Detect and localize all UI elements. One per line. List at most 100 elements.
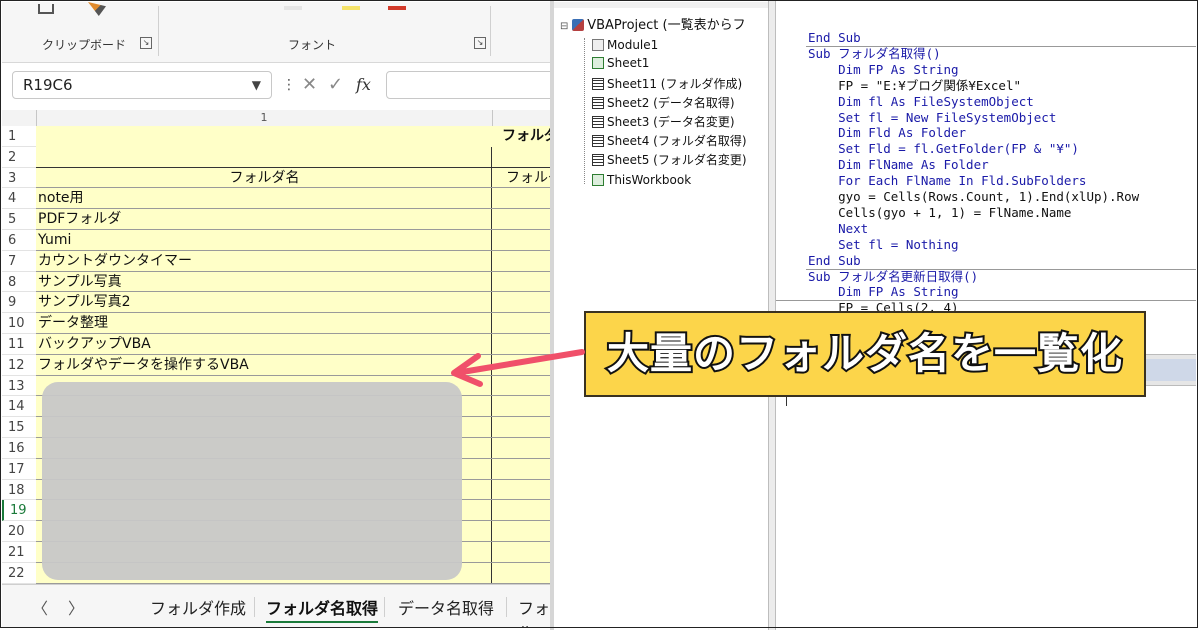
- collapse-icon[interactable]: ⊟: [560, 21, 568, 32]
- row-header[interactable]: 19: [2, 500, 36, 522]
- row-header[interactable]: 6: [2, 229, 36, 251]
- code-line[interactable]: Sub フォルダ名更新日取得(): [808, 269, 978, 285]
- select-all-corner[interactable]: [2, 110, 37, 126]
- tree-item-sheet4[interactable]: Sheet4 (フォルダ名取得): [592, 132, 747, 150]
- cell-column-b[interactable]: フォルダ: [492, 126, 550, 147]
- row-header[interactable]: 12: [2, 354, 36, 376]
- cell-folder-name[interactable]: カウントダウンタイマー: [36, 250, 492, 271]
- cell-folder-name[interactable]: Yumi: [36, 229, 492, 250]
- code-line[interactable]: Set fl = New FileSystemObject: [808, 110, 1056, 126]
- row-header[interactable]: 1: [2, 126, 36, 147]
- row-header[interactable]: 17: [2, 458, 36, 480]
- code-line[interactable]: Dim FlName As Folder: [808, 157, 989, 173]
- enter-icon[interactable]: ✓: [328, 71, 343, 99]
- row-header[interactable]: 13: [2, 375, 36, 397]
- row-header[interactable]: 3: [2, 167, 36, 189]
- row-header[interactable]: 4: [2, 188, 36, 210]
- cell-column-b[interactable]: [492, 251, 550, 271]
- name-box[interactable]: R19C6 ▼: [12, 71, 272, 99]
- cell-column-b[interactable]: [492, 313, 550, 333]
- row-header[interactable]: 10: [2, 313, 36, 334]
- tree-project-node[interactable]: ⊟ VBAProject (一覧表からフ: [560, 16, 746, 34]
- fx-icon[interactable]: fx: [356, 71, 371, 99]
- cell-column-b[interactable]: [492, 272, 550, 292]
- tree-item-thisworkbook[interactable]: ThisWorkbook: [592, 171, 691, 189]
- paste-icon[interactable]: [38, 4, 54, 14]
- code-editor[interactable]: End Sub Sub フォルダ名取得() Dim FP As String FP…: [776, 2, 1196, 315]
- column-header-1[interactable]: 1: [36, 110, 493, 126]
- row-header[interactable]: 11: [2, 333, 36, 355]
- tab-data-name-get[interactable]: データ名取得: [398, 595, 494, 619]
- row-header[interactable]: 15: [2, 417, 36, 438]
- tab-folder-create[interactable]: フォルダ作成: [150, 595, 246, 619]
- code-line[interactable]: Dim FP As String: [808, 284, 958, 300]
- row-header[interactable]: 20: [2, 521, 36, 542]
- cell-column-b[interactable]: [492, 209, 550, 229]
- code-line[interactable]: Set fl = Nothing: [808, 237, 958, 253]
- cell-folder-name[interactable]: データ整理: [36, 313, 492, 333]
- tab-next-icon[interactable]: 〉: [68, 595, 84, 619]
- row-header[interactable]: 21: [2, 541, 36, 563]
- code-line[interactable]: Dim fl As FileSystemObject: [808, 94, 1034, 110]
- cell-folder-name[interactable]: フォルダ名: [36, 167, 492, 188]
- cell-folder-name[interactable]: バックアップVBA: [36, 333, 492, 354]
- code-line[interactable]: Set Fld = fl.GetFolder(FP & "¥"): [808, 141, 1079, 157]
- tree-item-sheet1[interactable]: Sheet1: [592, 54, 649, 72]
- cell-column-b[interactable]: [492, 438, 550, 458]
- cell-folder-name[interactable]: [36, 126, 492, 147]
- code-line[interactable]: For Each FlName In Fld.SubFolders: [808, 173, 1086, 189]
- cell-column-b[interactable]: [492, 521, 550, 541]
- row-header[interactable]: 9: [2, 292, 36, 314]
- cell-column-b[interactable]: [492, 563, 550, 583]
- code-line[interactable]: Dim Fld As Folder: [808, 125, 966, 141]
- row-header[interactable]: 5: [2, 209, 36, 230]
- cell-folder-name[interactable]: note用: [36, 188, 492, 209]
- tree-item-sheet5[interactable]: Sheet5 (フォルダ名変更): [592, 151, 747, 169]
- cell-folder-name[interactable]: [36, 146, 492, 167]
- tree-item-sheet11[interactable]: Sheet11 (フォルダ作成): [592, 75, 742, 93]
- font-color-swatch-icon[interactable]: [284, 6, 302, 10]
- text-color-swatch-icon[interactable]: [388, 6, 406, 10]
- cell-folder-name[interactable]: サンプル写真: [36, 271, 492, 292]
- cell-column-b[interactable]: [492, 292, 550, 312]
- code-line[interactable]: Cells(gyo + 1, 1) = FlName.Name: [808, 205, 1071, 221]
- cell-folder-name[interactable]: サンプル写真2: [36, 292, 492, 313]
- cell-column-b[interactable]: [492, 396, 550, 416]
- row-header[interactable]: 7: [2, 250, 36, 272]
- code-line[interactable]: Next: [808, 221, 868, 237]
- cell-column-b[interactable]: フォルダ: [492, 168, 550, 188]
- cell-column-b[interactable]: [492, 500, 550, 520]
- cell-column-b[interactable]: [492, 417, 550, 437]
- code-line[interactable]: End Sub: [808, 30, 861, 46]
- formula-input[interactable]: [386, 71, 550, 99]
- row-header[interactable]: 22: [2, 562, 36, 584]
- cell-column-b[interactable]: [492, 230, 550, 250]
- cell-column-b[interactable]: [492, 480, 550, 500]
- highlight-color-swatch-icon[interactable]: [342, 6, 360, 10]
- cell-column-b[interactable]: [492, 542, 550, 562]
- clipboard-launcher-icon[interactable]: ↘: [140, 37, 152, 49]
- cancel-icon[interactable]: ✕: [302, 71, 317, 99]
- cell-folder-name[interactable]: PDFフォルダ: [36, 209, 492, 229]
- tab-prev-icon[interactable]: 〈: [32, 595, 48, 619]
- tree-item-module1[interactable]: Module1: [592, 36, 658, 54]
- row-header[interactable]: 14: [2, 396, 36, 418]
- cell-column-b[interactable]: [492, 147, 550, 167]
- cell-column-b[interactable]: [492, 188, 550, 208]
- tab-folder-name-get[interactable]: フォルダ名取得: [266, 595, 379, 623]
- cell-column-b[interactable]: [492, 459, 550, 479]
- row-header[interactable]: 8: [2, 271, 36, 293]
- tree-item-sheet3[interactable]: Sheet3 (データ名変更): [592, 113, 735, 131]
- row-header[interactable]: 2: [2, 146, 36, 168]
- tree-item-sheet2[interactable]: Sheet2 (データ名取得): [592, 94, 735, 112]
- code-line[interactable]: gyo = Cells(Rows.Count, 1).End(xlUp).Row: [808, 189, 1139, 205]
- code-line[interactable]: Dim FP As String: [808, 62, 958, 78]
- format-painter-icon[interactable]: [88, 2, 106, 16]
- chevron-down-icon[interactable]: ▼: [252, 72, 261, 98]
- code-line[interactable]: End Sub: [808, 253, 861, 269]
- row-header[interactable]: 18: [2, 479, 36, 501]
- more-dots-icon[interactable]: ⋮: [282, 71, 296, 99]
- code-line[interactable]: Sub フォルダ名取得(): [808, 46, 941, 62]
- tab-folder-more[interactable]: フォル: [518, 595, 550, 628]
- row-header[interactable]: 16: [2, 437, 36, 459]
